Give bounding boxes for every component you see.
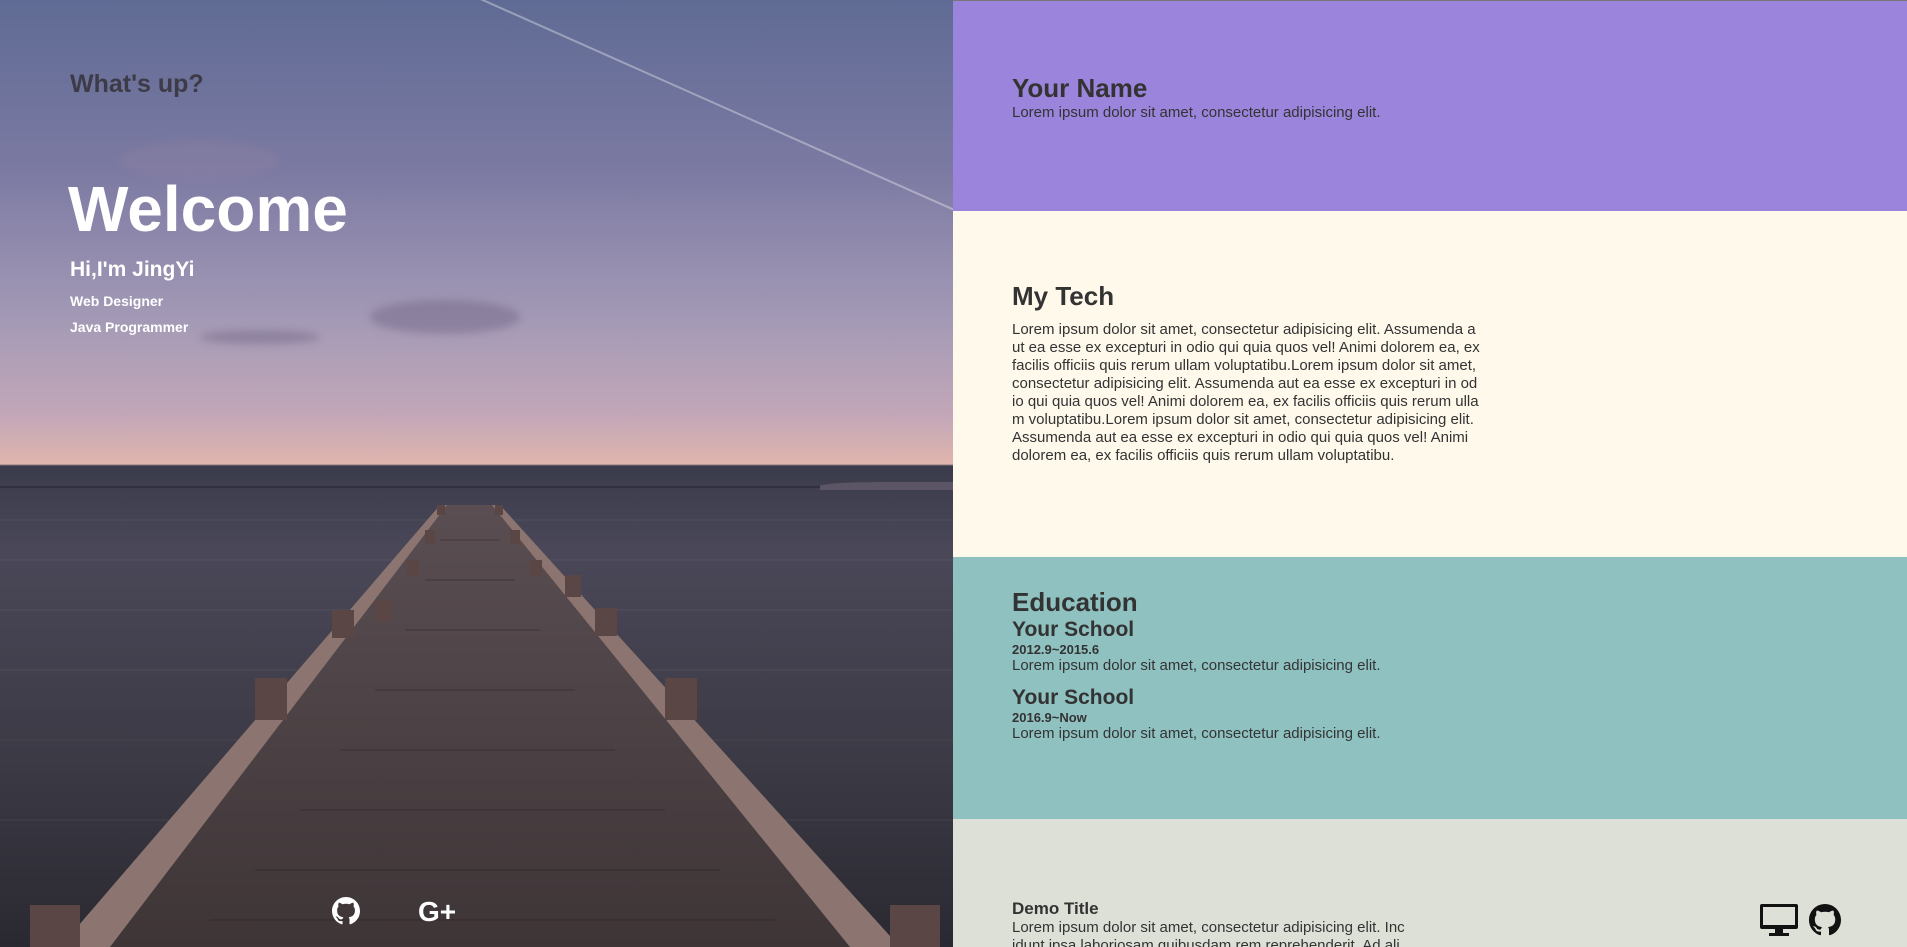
school-entry: Your School 2012.9~2015.6 Lorem ipsum do… [1012,618,1907,675]
demo-github-link[interactable] [1809,904,1841,941]
school-entry: Your School 2016.9~Now Lorem ipsum dolor… [1012,686,1907,743]
content-column: Your Name Lorem ipsum dolor sit amet, co… [953,0,1907,947]
school-description: Lorem ipsum dolor sit amet, consectetur … [1012,657,1381,674]
education-section: Education Your School 2012.9~2015.6 Lore… [953,557,1907,819]
tech-section: My Tech Lorem ipsum dolor sit amet, cons… [953,211,1907,557]
tech-title: My Tech [1012,281,1115,311]
role-web-designer: Web Designer [70,293,164,309]
greeting: What's up? [70,70,204,98]
hero-panel: What's up? Welcome Hi,I'm JingYi Web Des… [0,0,953,947]
role-java-programmer: Java Programmer [70,319,189,335]
demo-section: Demo Title Lorem ipsum dolor sit amet, c… [953,819,1907,947]
education-title: Education [1012,587,1138,617]
tech-line: consectetur adipisicing elit. Assumenda … [1012,375,1478,392]
github-link[interactable] [332,897,360,925]
demo-links [1759,903,1841,942]
google-plus-icon: G+ [418,897,456,925]
tech-line: dolorem ea, ex facilis officiis quis rer… [1012,447,1395,464]
tech-line: ut ea esse ex excepturi in odio qui quia… [1012,339,1480,356]
tech-line: m voluptatibu.Lorem ipsum dolor sit amet… [1012,411,1474,428]
demo-live-link[interactable] [1759,903,1799,942]
tech-line: Lorem ipsum dolor sit amet, consectetur … [1012,321,1476,338]
profile-tagline: Lorem ipsum dolor sit amet, consectetur … [1012,104,1381,121]
school-period: 2016.9~Now [1012,710,1087,725]
github-icon [332,897,360,925]
github-icon [1809,904,1841,936]
google-plus-link[interactable]: G+ [418,897,462,925]
tech-line: Assumenda aut ea esse ex excepturi in od… [1012,429,1469,446]
intro-text: Hi,I'm JingYi [70,258,195,281]
pier-illustration [0,505,953,947]
svg-text:G+: G+ [418,897,456,925]
school-name: Your School [1012,686,1135,709]
tech-line: facilis officiis quis rerum ullam volupt… [1012,357,1477,374]
school-period: 2012.9~2015.6 [1012,642,1100,657]
monitor-icon [1760,904,1798,936]
school-description: Lorem ipsum dolor sit amet, consectetur … [1012,725,1381,742]
tech-line: io qui quia quos vel! Animi dolorem ea, … [1012,393,1479,410]
school-name: Your School [1012,618,1135,641]
profile-name: Your Name [1012,73,1148,103]
profile-section: Your Name Lorem ipsum dolor sit amet, co… [953,0,1907,211]
welcome-heading: Welcome [68,173,348,245]
